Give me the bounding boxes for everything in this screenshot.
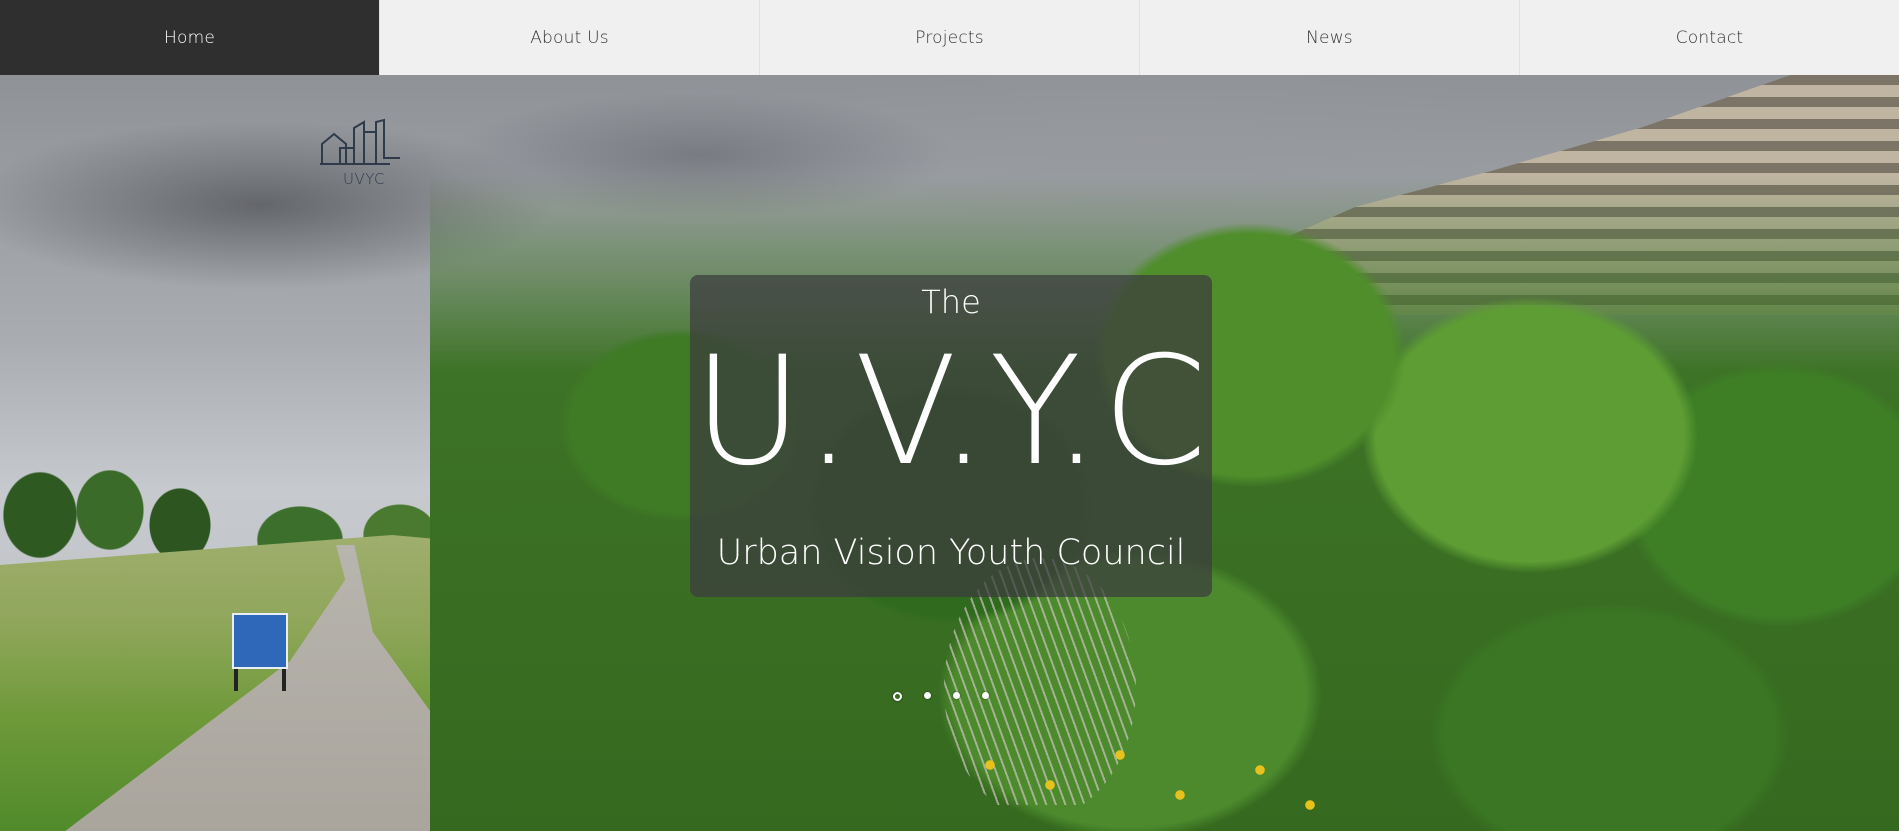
park-sign <box>232 613 288 669</box>
slide-dot-4[interactable] <box>982 692 989 699</box>
background-flowers <box>960 735 1340 831</box>
hero-slideshow: UVYC The U.V.Y.C Urban Vision Youth Coun… <box>0 75 1899 831</box>
slide-dot-1[interactable] <box>893 692 902 701</box>
sign-post <box>234 669 238 691</box>
hero-pretitle: The <box>921 283 981 321</box>
slide-dot-3[interactable] <box>953 692 960 699</box>
nav-about-us[interactable]: About Us <box>380 0 760 75</box>
slide-indicators <box>893 692 989 701</box>
top-nav: Home About Us Projects News Contact <box>0 0 1899 75</box>
hero-title-box: The U.V.Y.C Urban Vision Youth Council <box>690 275 1212 597</box>
site-logo[interactable]: UVYC <box>320 118 402 190</box>
city-skyline-icon <box>320 118 402 170</box>
logo-text: UVYC <box>342 170 386 188</box>
nav-projects[interactable]: Projects <box>760 0 1140 75</box>
nav-news[interactable]: News <box>1140 0 1520 75</box>
hero-title: U.V.Y.C <box>692 325 1210 499</box>
sign-post <box>282 669 286 691</box>
nav-contact[interactable]: Contact <box>1520 0 1899 75</box>
nav-home[interactable]: Home <box>0 0 380 75</box>
slide-dot-2[interactable] <box>924 692 931 699</box>
hero-subtitle: Urban Vision Youth Council <box>716 533 1186 573</box>
